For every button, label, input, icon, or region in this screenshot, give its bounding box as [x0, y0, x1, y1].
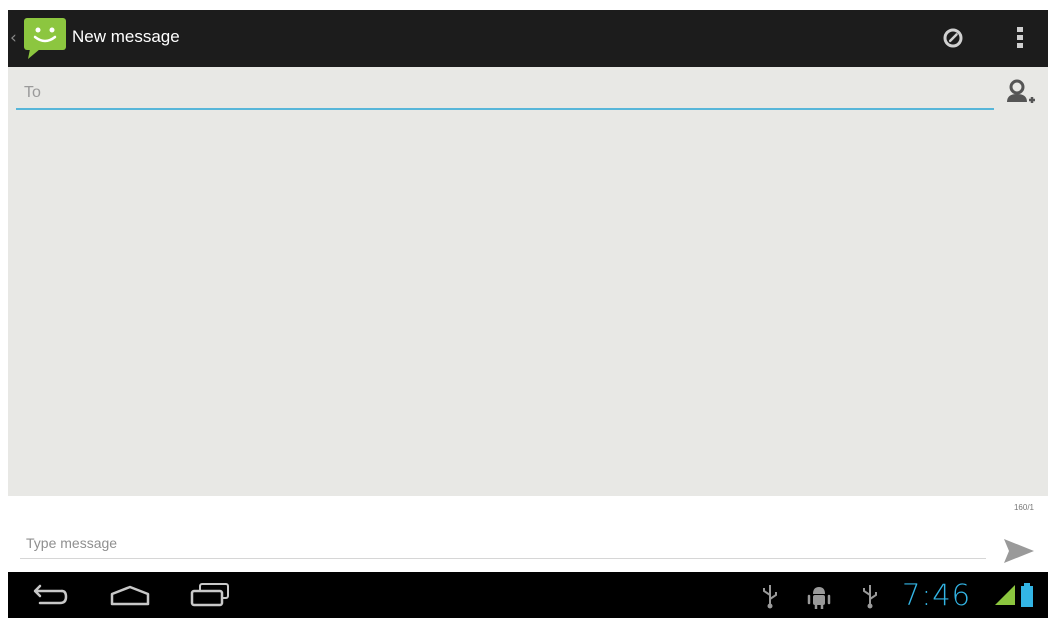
debug-icon	[806, 582, 832, 610]
send-button[interactable]	[1002, 536, 1036, 566]
char-counter: 160/1	[1013, 503, 1034, 512]
system-bar: 7:46	[8, 572, 1048, 618]
nav-recents-button[interactable]	[188, 580, 234, 610]
add-contact-button[interactable]	[1003, 76, 1037, 112]
usb-icon	[860, 582, 880, 610]
message-composer: 160/1	[8, 496, 1048, 572]
recipient-input[interactable]	[16, 78, 994, 110]
battery-icon	[1020, 582, 1034, 608]
status-clock: 7:46	[902, 578, 972, 612]
usb-icon	[760, 582, 780, 610]
action-bar: ‹ New message	[8, 10, 1048, 67]
overflow-menu-button[interactable]	[1006, 22, 1034, 54]
home-icon	[110, 585, 150, 606]
back-icon	[33, 584, 68, 605]
messaging-app-icon[interactable]	[22, 16, 68, 60]
message-input[interactable]	[20, 528, 986, 559]
overflow-menu-icon	[1017, 27, 1023, 48]
nav-home-button[interactable]	[106, 582, 154, 610]
add-contact-icon	[1007, 79, 1035, 103]
signal-icon	[994, 584, 1016, 606]
paperclip-icon	[943, 28, 963, 48]
attach-button[interactable]	[936, 22, 970, 54]
send-icon	[1004, 539, 1034, 563]
up-caret-icon[interactable]: ‹	[10, 28, 17, 48]
nav-back-button[interactable]	[26, 582, 70, 610]
app-window: ‹ New message To 160/1 Type message 7:46	[8, 10, 1048, 618]
recent-apps-icon	[190, 583, 229, 607]
page-title: New message	[72, 27, 180, 46]
